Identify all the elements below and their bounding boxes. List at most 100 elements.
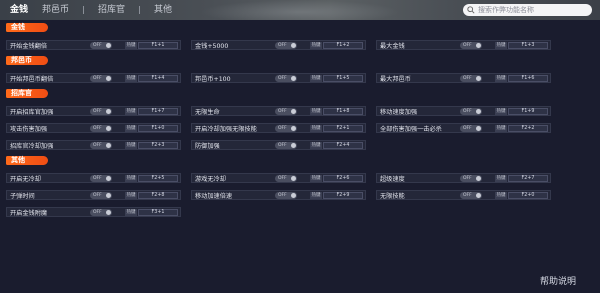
toggle-knob [476,109,481,114]
hotkey-label: 热键 [495,192,507,199]
cheat-label: 全部伤害加强一击必杀 [380,125,442,133]
cheat-row: 开启金钱附魔 OFF 热键 F3+1 [6,207,181,217]
top-banner: 金钱 邦邑币 招库官 其他 [0,0,600,20]
tab-officer[interactable]: 招库官 [98,2,125,18]
cheat-toggle[interactable]: OFF [275,192,297,199]
toggle-knob [106,210,111,215]
toggle-state: OFF [278,126,287,131]
toggle-knob [291,193,296,198]
cheat-toggle[interactable]: OFF [275,108,297,115]
tab-divider [83,6,85,14]
hotkey-field[interactable]: F1+9 [508,108,548,115]
cheat-toggle[interactable]: OFF [460,75,482,82]
toggle-knob [291,43,296,48]
hotkey-label: 热键 [310,75,322,82]
cheat-label: 开启无冷却 [10,175,41,183]
toggle-state: OFF [463,76,472,81]
toggle-knob [291,143,296,148]
cheat-toggle[interactable]: OFF [90,42,112,49]
hotkey-field[interactable]: F1+1 [138,42,178,49]
cheat-label: 开启招库官加强 [10,108,54,116]
cheat-label: 最大邦邑币 [380,75,411,83]
toggle-knob [476,76,481,81]
hotkey-label: 热键 [310,175,322,182]
tab-money[interactable]: 金钱 [10,2,28,18]
cheat-label: 最大金钱 [380,42,405,50]
hotkey-field[interactable]: F1+3 [508,42,548,49]
cheat-toggle[interactable]: OFF [275,142,297,149]
hotkey-field[interactable]: F2+2 [508,125,548,132]
hotkey-field[interactable]: F2+3 [138,142,178,149]
hotkey-field[interactable]: F2+9 [323,192,363,199]
cheat-toggle[interactable]: OFF [460,108,482,115]
cheat-toggle[interactable]: OFF [90,192,112,199]
cheat-toggle[interactable]: OFF [460,125,482,132]
cheat-toggle[interactable]: OFF [90,75,112,82]
cheat-row: 无限技能 OFF 热键 F2+0 [376,190,551,200]
hotkey-field[interactable]: F1+8 [323,108,363,115]
cheat-label: 开启冷却加强无限技能 [195,125,257,133]
cheat-toggle[interactable]: OFF [90,209,112,216]
hotkey-label: 热键 [125,125,137,132]
help-button[interactable]: 帮助说明 [540,274,576,287]
cheat-toggle[interactable]: OFF [275,175,297,182]
cheat-toggle[interactable]: OFF [275,75,297,82]
search-icon [467,6,475,14]
toggle-knob [291,126,296,131]
hotkey-field[interactable]: F2+4 [323,142,363,149]
cheat-label: 攻击伤害加强 [10,125,48,133]
cheat-label: 开启金钱附魔 [10,209,48,217]
hotkey-field[interactable]: F1+7 [138,108,178,115]
toggle-knob [106,43,111,48]
cheat-toggle[interactable]: OFF [275,42,297,49]
cheat-toggle[interactable]: OFF [90,142,112,149]
hotkey-label: 热键 [125,42,137,49]
cheat-label: 招库官冷却加强 [10,142,54,150]
toggle-knob [476,126,481,131]
cheat-toggle[interactable]: OFF [275,125,297,132]
hotkey-label: 热键 [125,192,137,199]
tab-divider [139,6,141,14]
cheat-toggle[interactable]: OFF [460,175,482,182]
section-currency: 邦邑币 [6,56,48,65]
hotkey-label: 热键 [495,125,507,132]
cheat-toggle[interactable]: OFF [90,108,112,115]
cheat-row: 最大邦邑币 OFF 热键 F1+6 [376,73,551,83]
toggle-state: OFF [278,43,287,48]
tab-currency[interactable]: 邦邑币 [42,2,69,18]
hotkey-field[interactable]: F2+0 [508,192,548,199]
hotkey-field[interactable]: F2+1 [323,125,363,132]
toggle-knob [106,143,111,148]
hotkey-field[interactable]: F1+6 [508,75,548,82]
toggle-state: OFF [93,76,102,81]
hotkey-field[interactable]: F2+7 [508,175,548,182]
cheat-label: 游戏无冷却 [195,175,226,183]
hotkey-field[interactable]: F1+2 [323,42,363,49]
cheat-toggle[interactable]: OFF [90,125,112,132]
hotkey-field[interactable]: F2+8 [138,192,178,199]
cheat-toggle[interactable]: OFF [90,175,112,182]
cheat-label: 超级速度 [380,175,405,183]
cheat-label: 移动加速倍速 [195,192,233,200]
cheat-toggle[interactable]: OFF [460,192,482,199]
search-input[interactable] [478,5,588,15]
hotkey-label: 热键 [125,209,137,216]
toggle-knob [106,126,111,131]
hotkey-field[interactable]: F1+4 [138,75,178,82]
toggle-state: OFF [278,176,287,181]
hotkey-field[interactable]: F2+5 [138,175,178,182]
cheat-label: 无限生命 [195,108,220,116]
cheat-toggle[interactable]: OFF [460,42,482,49]
hotkey-field[interactable]: F1+5 [323,75,363,82]
cheat-label: 邦邑币+100 [195,75,231,83]
toggle-knob [106,193,111,198]
hotkey-field[interactable]: F3+1 [138,209,178,216]
tab-other[interactable]: 其他 [154,2,172,18]
search-box[interactable] [463,4,592,16]
section-other: 其他 [6,156,48,165]
hotkey-label: 热键 [125,175,137,182]
toggle-knob [291,109,296,114]
hotkey-field[interactable]: F1+0 [138,125,178,132]
section-money: 金钱 [6,23,48,32]
hotkey-field[interactable]: F2+6 [323,175,363,182]
